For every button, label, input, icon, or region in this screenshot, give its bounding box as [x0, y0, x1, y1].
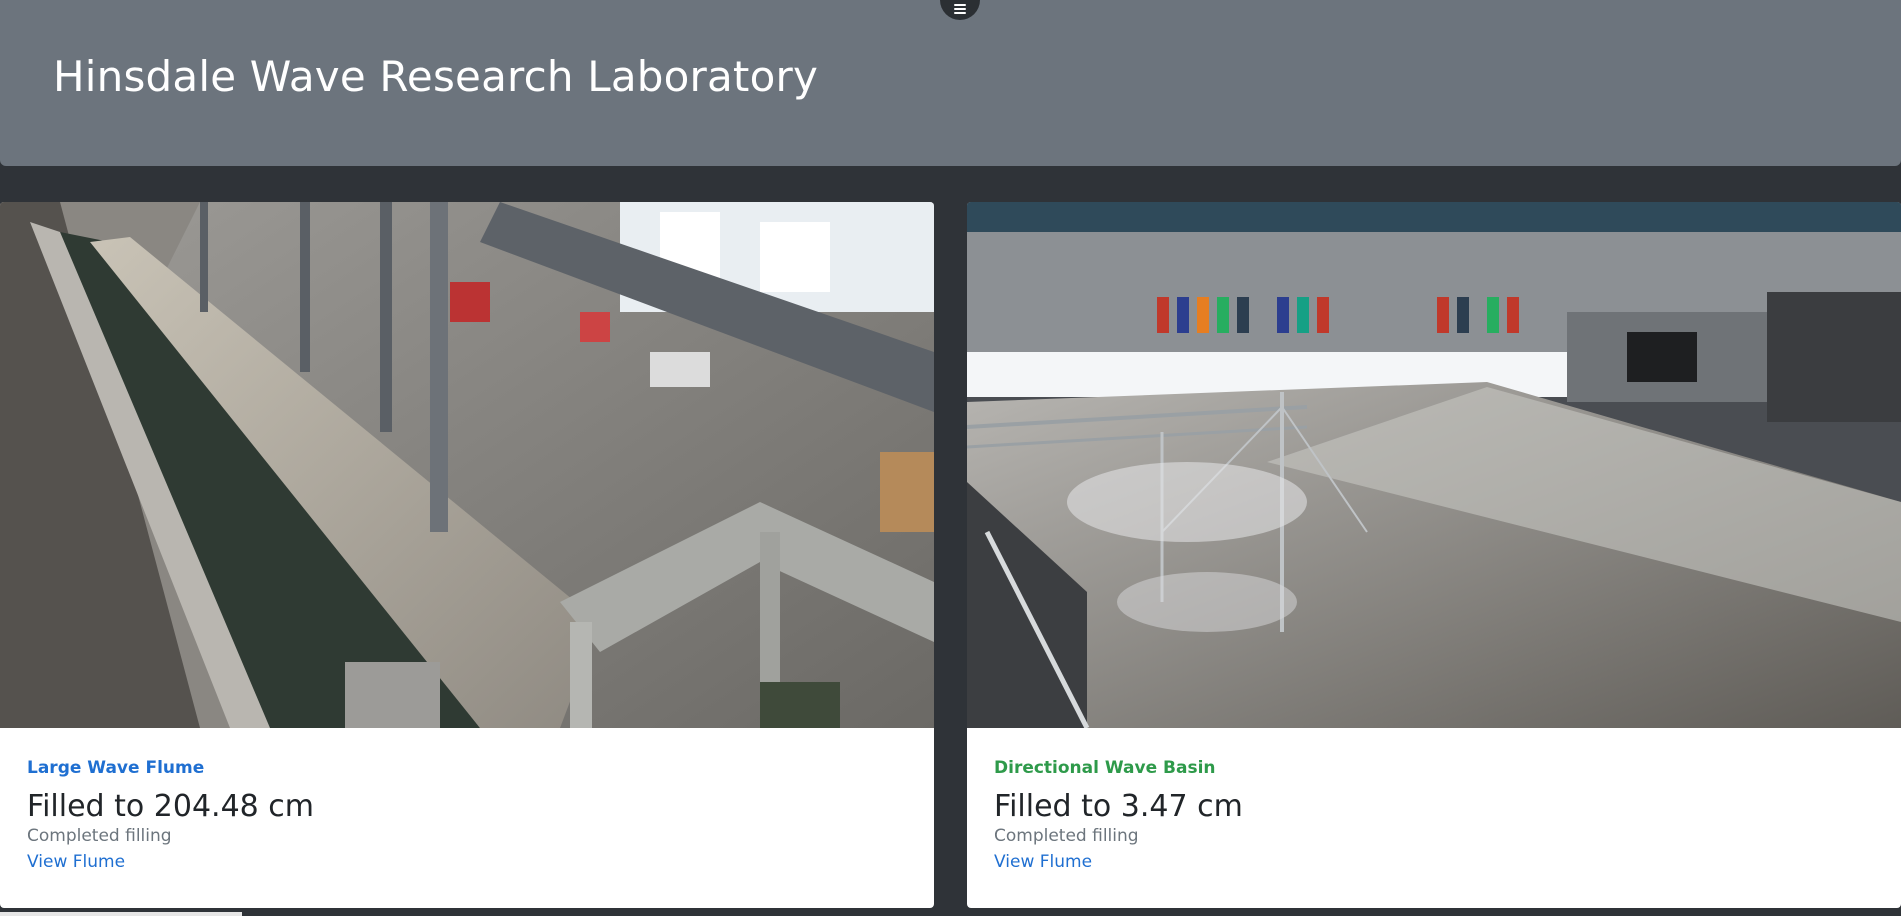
fill-status-text: Completed filling	[27, 826, 172, 846]
facility-card-body: Large Wave Flume Filled to 204.48 cm Com…	[27, 758, 914, 872]
facility-card-large-wave-flume: Large Wave Flume Filled to 204.48 cm Com…	[0, 202, 934, 908]
hamburger-menu-icon	[954, 4, 966, 14]
facility-card-body: Directional Wave Basin Filled to 3.47 cm…	[994, 758, 1881, 872]
facility-card-directional-wave-basin: Directional Wave Basin Filled to 3.47 cm…	[967, 202, 1901, 908]
fill-level-text: Filled to 3.47 cm	[994, 789, 1243, 824]
view-flume-link[interactable]: View Flume	[27, 852, 125, 872]
menu-toggle-button[interactable]	[940, 0, 980, 20]
view-flume-link[interactable]: View Flume	[994, 852, 1092, 872]
page-title: Hinsdale Wave Research Laboratory	[53, 52, 819, 101]
horizontal-scrollbar[interactable]	[0, 912, 242, 916]
facility-name: Large Wave Flume	[27, 758, 205, 778]
fill-status-text: Completed filling	[994, 826, 1139, 846]
directional-wave-basin-camera-image[interactable]	[967, 202, 1901, 728]
large-wave-flume-camera-image[interactable]	[0, 202, 934, 728]
site-header: Hinsdale Wave Research Laboratory	[0, 0, 1901, 166]
fill-level-text: Filled to 204.48 cm	[27, 789, 314, 824]
facility-name: Directional Wave Basin	[994, 758, 1216, 778]
